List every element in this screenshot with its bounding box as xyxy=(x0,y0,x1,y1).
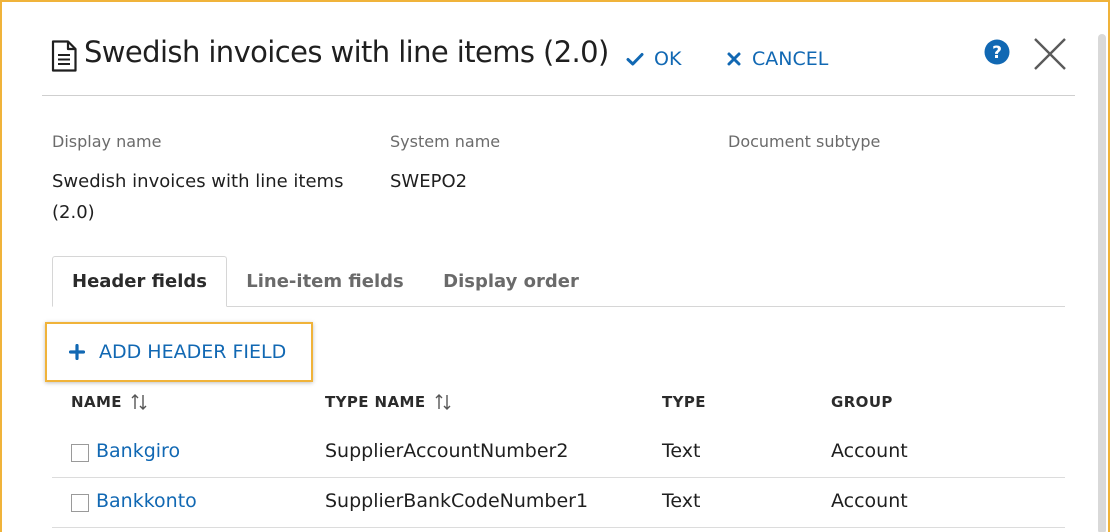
tab-line-item-fields[interactable]: Line-item fields xyxy=(234,256,416,307)
row-checkbox[interactable] xyxy=(71,494,89,512)
field-type-name: SupplierBankCodeNumber1 xyxy=(325,490,589,512)
display-name-label: Display name xyxy=(52,132,162,151)
checkmark-icon xyxy=(626,53,644,66)
close-icon[interactable] xyxy=(1032,36,1068,72)
cancel-label: CANCEL xyxy=(752,48,829,70)
svg-text:?: ? xyxy=(992,43,1002,63)
help-icon[interactable]: ? xyxy=(984,39,1010,65)
header-divider xyxy=(42,95,1075,96)
column-header-type-label: TYPE xyxy=(662,393,706,411)
row-divider xyxy=(52,477,1065,478)
sort-icon xyxy=(131,394,147,410)
column-header-group-label: GROUP xyxy=(831,393,893,411)
column-header-group: GROUP xyxy=(831,393,893,411)
dialog-frame: Swedish invoices with line items (2.0) O… xyxy=(0,0,1110,532)
column-header-name-label: NAME xyxy=(71,393,122,411)
field-group: Account xyxy=(831,490,908,512)
system-name-label: System name xyxy=(390,132,501,151)
cancel-button[interactable]: CANCEL xyxy=(726,46,828,72)
dialog-title: Swedish invoices with line items (2.0) xyxy=(84,35,609,69)
add-header-field-label: ADD HEADER FIELD xyxy=(99,341,287,363)
row-checkbox[interactable] xyxy=(71,444,89,462)
ok-label: OK xyxy=(654,48,682,70)
tab-header-fields[interactable]: Header fields xyxy=(52,256,227,307)
sort-icon xyxy=(435,394,450,410)
row-divider xyxy=(52,527,1065,528)
add-header-field-button[interactable]: ADD HEADER FIELD xyxy=(45,322,313,382)
column-header-type: TYPE xyxy=(662,393,706,411)
field-group: Account xyxy=(831,440,908,462)
x-icon xyxy=(727,52,741,66)
field-name-link[interactable]: Bankgiro xyxy=(96,440,180,462)
field-type-name: SupplierAccountNumber2 xyxy=(325,440,569,462)
plus-icon xyxy=(69,344,85,360)
column-header-type-name[interactable]: TYPE NAME xyxy=(325,393,452,411)
tab-display-order[interactable]: Display order xyxy=(426,256,596,307)
ok-button[interactable]: OK xyxy=(626,46,681,72)
document-icon xyxy=(51,40,77,72)
vertical-scrollbar[interactable] xyxy=(1098,34,1106,532)
document-subtype-label: Document subtype xyxy=(728,132,881,151)
field-type: Text xyxy=(662,440,701,462)
field-name-link[interactable]: Bankkonto xyxy=(96,490,197,512)
display-name-value: Swedish invoices with line items (2.0) xyxy=(52,171,344,223)
field-type: Text xyxy=(662,490,701,512)
column-header-name[interactable]: NAME xyxy=(71,393,148,411)
column-header-type-name-label: TYPE NAME xyxy=(325,393,426,411)
system-name-value: SWEPO2 xyxy=(390,171,468,192)
